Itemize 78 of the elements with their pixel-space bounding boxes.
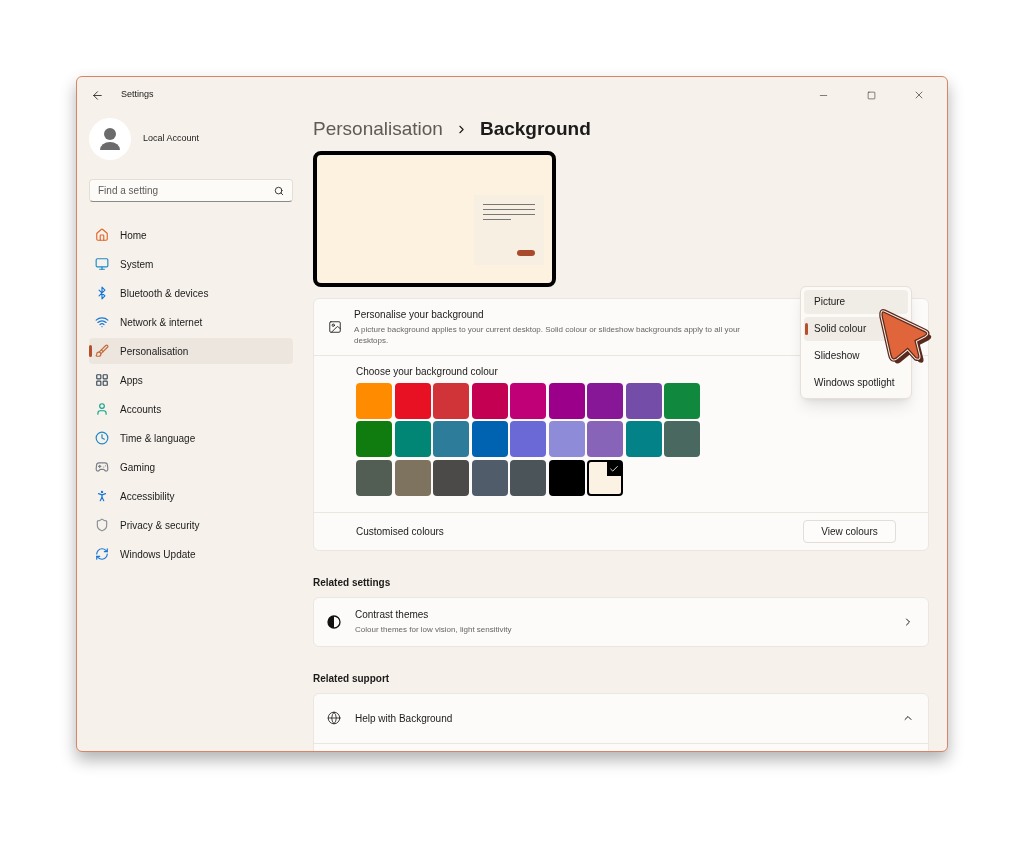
section-heading: Related settings [313, 575, 392, 590]
setting-title: Personalise your background [354, 308, 485, 322]
colour-swatch[interactable] [394, 382, 431, 419]
colour-swatch[interactable] [433, 382, 469, 419]
colour-swatch[interactable] [625, 382, 662, 419]
contrast-icon [327, 614, 341, 629]
dropdown-option[interactable]: Windows spotlight [804, 370, 908, 395]
setting-description: A picture background applies to your current desktop. Solid colour or slideshow backgrounds apply to all your desktops. [354, 324, 741, 346]
sidebar-item[interactable]: Network & internet [89, 309, 293, 335]
sidebar-item[interactable]: Apps [89, 367, 293, 393]
close-icon [913, 89, 925, 101]
colour-swatch[interactable] [471, 459, 508, 496]
shield-icon [95, 518, 109, 532]
search-box[interactable]: Find a setting [89, 179, 293, 202]
search-field[interactable]: Find a setting [98, 183, 274, 198]
colour-swatch[interactable] [548, 382, 585, 419]
colour-swatch[interactable] [356, 459, 392, 496]
sidebar-item[interactable]: Gaming [89, 454, 293, 480]
sidebar-item[interactable]: Home [89, 222, 293, 248]
clock-icon [95, 431, 109, 445]
colour-swatch[interactable] [394, 421, 431, 457]
window-title: Settings [121, 88, 154, 102]
search-icon [274, 185, 284, 196]
colour-swatch[interactable] [356, 421, 392, 457]
colour-swatch[interactable] [471, 421, 508, 457]
accessibility-icon [95, 489, 109, 503]
setting-description: Colour themes for low vision, light sensitivity [355, 624, 513, 636]
colour-swatch[interactable] [510, 459, 546, 496]
colour-swatch[interactable] [587, 459, 623, 496]
setting-title: Contrast themes [355, 608, 430, 622]
brush-icon [95, 344, 109, 358]
colour-swatch[interactable] [587, 382, 623, 419]
section-heading: Related support [313, 671, 391, 686]
selection-indicator [805, 322, 808, 335]
dropdown-option[interactable]: Picture [804, 289, 908, 314]
user-silhouette-icon [99, 126, 121, 152]
colour-swatch[interactable] [394, 459, 431, 496]
sidebar-item[interactable]: Accounts [89, 396, 293, 422]
colour-swatch[interactable] [510, 382, 546, 419]
colour-swatch[interactable] [548, 421, 585, 457]
colour-swatch[interactable] [625, 421, 662, 457]
check-icon [607, 461, 621, 476]
sidebar-item[interactable]: Bluetooth & devices [89, 280, 293, 306]
back-arrow-icon [90, 88, 104, 102]
breadcrumb-parent[interactable]: Personalisation [313, 115, 443, 144]
colour-swatch[interactable] [510, 421, 546, 457]
globe-icon [327, 711, 341, 725]
sidebar-item[interactable]: Accessibility [89, 483, 293, 509]
home-icon [95, 228, 109, 242]
page-title: Background [479, 117, 591, 141]
customised-colours-label: Customised colours [356, 524, 444, 539]
colour-swatch[interactable] [433, 421, 469, 457]
sidebar-item[interactable]: Time & language [89, 425, 293, 451]
help-expander[interactable]: Help with Background [314, 693, 928, 744]
update-icon [95, 547, 109, 561]
sidebar-item[interactable]: Privacy & security [89, 512, 293, 538]
user-icon [95, 402, 109, 416]
colour-section-label: Choose your background colour [356, 364, 499, 379]
colour-swatch[interactable] [587, 421, 623, 457]
account-name: Local Account [143, 132, 200, 146]
sidebar-item[interactable]: Windows Update [89, 541, 293, 567]
sidebar-item[interactable]: Personalisation [89, 338, 293, 364]
colour-swatch[interactable] [433, 459, 469, 496]
selection-indicator [89, 345, 92, 357]
colour-swatch[interactable] [471, 382, 508, 419]
monitor-icon [95, 257, 109, 271]
view-colours-button[interactable]: View colours [803, 519, 896, 543]
colour-swatch[interactable] [548, 459, 585, 496]
gamepad-icon [95, 460, 109, 474]
colour-swatch[interactable] [664, 382, 700, 419]
wifi-icon [95, 315, 109, 329]
colour-swatch[interactable] [664, 421, 700, 457]
grid-icon [95, 373, 109, 387]
picture-icon [328, 319, 342, 334]
sidebar-item[interactable]: System [89, 251, 293, 277]
settings-link-card[interactable]: Contrast themes Colour themes for low vision, light sensitivity [313, 596, 929, 647]
colour-swatch[interactable] [356, 382, 392, 419]
maximize-icon [866, 90, 876, 100]
